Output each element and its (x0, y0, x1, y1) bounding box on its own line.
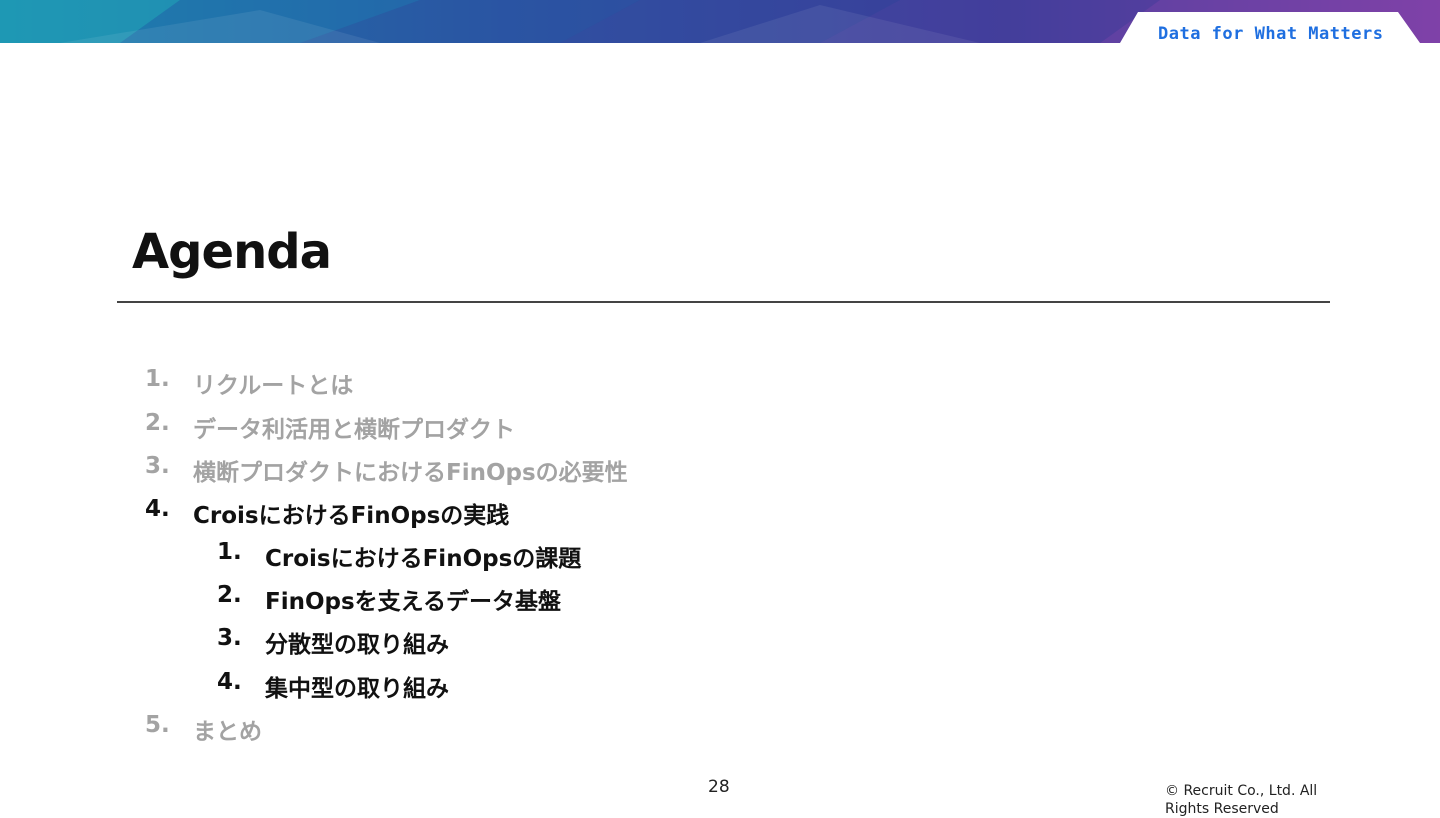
agenda-subitem-number: 2. (217, 582, 242, 608)
agenda-item-number: 3. (145, 453, 170, 479)
copyright-notice: © Recruit Co., Ltd. All Rights Reserved (1165, 783, 1318, 817)
agenda-subitem-number: 1. (217, 539, 242, 565)
page-number: 28 (708, 777, 730, 797)
tagline-text: Data for What Matters (1158, 24, 1384, 44)
agenda-item-label: まとめ (193, 719, 262, 745)
agenda-item-label: 横断プロダクトにおけるFinOpsの必要性 (193, 460, 628, 486)
agenda-item-label: データ利活用と横断プロダクト (193, 417, 515, 443)
agenda-subitem-number: 3. (217, 625, 242, 651)
agenda-subitem-label: 分散型の取り組み (265, 632, 449, 658)
agenda-item-number: 4. (145, 496, 170, 522)
agenda-subitem-label: 集中型の取り組み (265, 676, 449, 702)
agenda-subitem-label: CroisにおけるFinOpsの課題 (265, 546, 582, 572)
agenda-item-number: 5. (145, 712, 170, 738)
page-title: Agenda (132, 224, 332, 280)
agenda-subitem-label: FinOpsを支えるデータ基盤 (265, 589, 561, 615)
agenda-item-number: 2. (145, 410, 170, 436)
agenda-item-label: CroisにおけるFinOpsの実践 (193, 503, 510, 529)
agenda-item-label: リクルートとは (193, 373, 354, 399)
agenda-item-number: 1. (145, 366, 170, 392)
title-divider (117, 301, 1330, 303)
agenda-subitem-number: 4. (217, 669, 242, 695)
